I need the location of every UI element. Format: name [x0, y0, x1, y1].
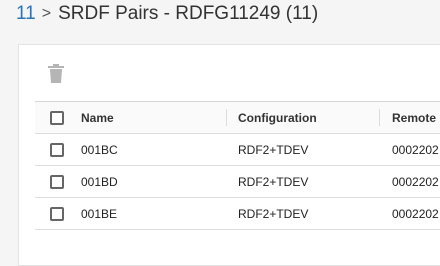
table-row[interactable]: 001BD RDF2+TDEV 0002202 [35, 166, 440, 198]
row-checkbox[interactable] [50, 142, 64, 157]
chevron-right-icon: > [41, 5, 52, 22]
breadcrumb-parent-link[interactable]: 11 [16, 3, 36, 25]
row-checkbox[interactable] [50, 206, 64, 221]
row-checkbox-cell [35, 166, 75, 197]
cell-remote: 0002202 [392, 142, 439, 157]
cell-name: 001BD [81, 174, 118, 189]
column-header-name[interactable]: Name [75, 102, 227, 133]
select-all-checkbox[interactable] [50, 110, 64, 125]
delete-button[interactable] [46, 63, 66, 85]
breadcrumb: 11 > SRDF Pairs - RDFG11249 (11) [16, 2, 318, 26]
cell-configuration: RDF2+TDEV [238, 174, 309, 189]
row-checkbox-cell [35, 198, 75, 229]
pairs-panel: Name Configuration Remote 001BC RDF2+TDE… [18, 44, 440, 266]
page-title: SRDF Pairs - RDFG11249 (11) [58, 3, 319, 24]
cell-name: 001BC [81, 142, 118, 157]
cell-name: 001BE [81, 206, 118, 221]
header-checkbox-cell [35, 102, 75, 133]
table-header-row: Name Configuration Remote [35, 102, 440, 134]
cell-remote: 0002202 [392, 174, 439, 189]
column-header-configuration[interactable]: Configuration [227, 102, 380, 133]
row-checkbox[interactable] [50, 174, 64, 189]
pairs-table: Name Configuration Remote 001BC RDF2+TDE… [35, 101, 440, 230]
row-checkbox-cell [35, 134, 75, 165]
column-header-remote[interactable]: Remote [380, 102, 440, 133]
table-row[interactable]: 001BC RDF2+TDEV 0002202 [35, 134, 440, 166]
table-row[interactable]: 001BE RDF2+TDEV 0002202 [35, 198, 440, 230]
cell-configuration: RDF2+TDEV [238, 142, 309, 157]
cell-configuration: RDF2+TDEV [238, 206, 309, 221]
cell-remote: 0002202 [392, 206, 439, 221]
trash-icon [48, 64, 64, 83]
